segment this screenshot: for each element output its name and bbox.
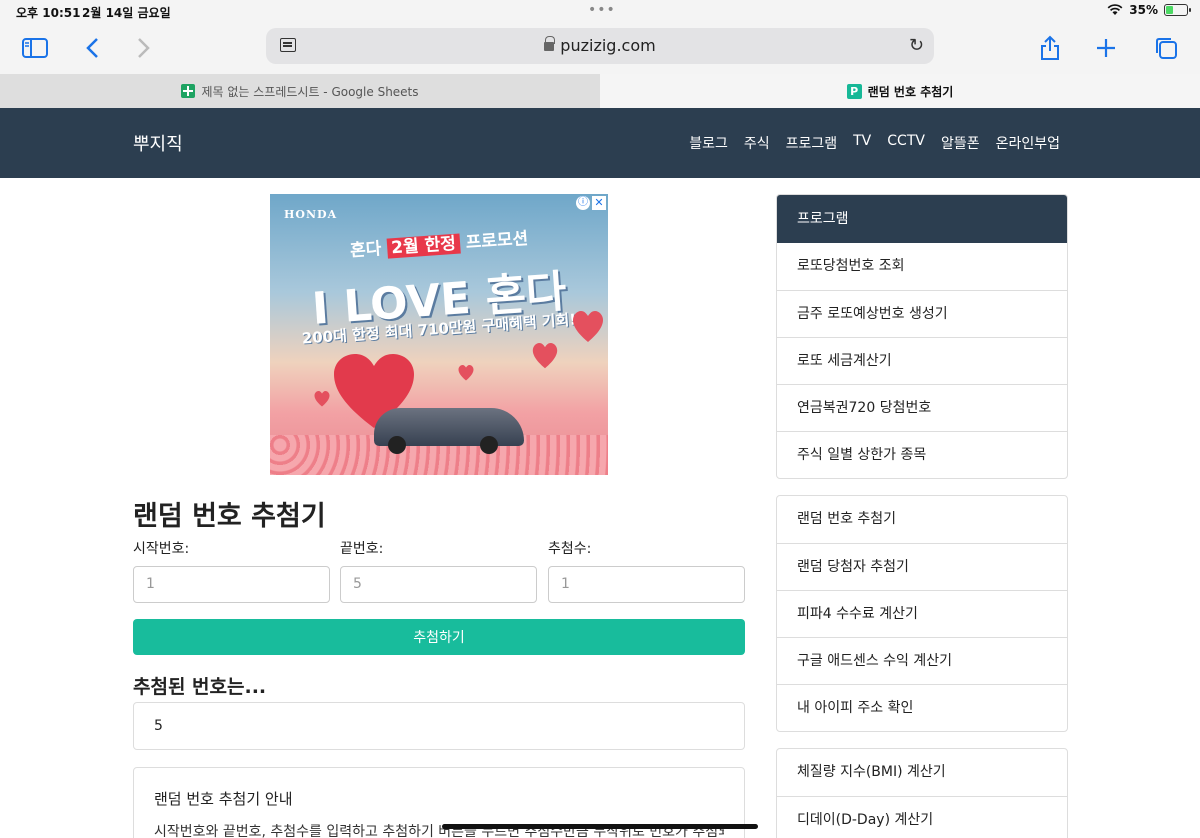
balloon-icon: [573, 311, 603, 342]
battery-level: [1166, 6, 1173, 14]
sidebar-panel-programs: 프로그램 로또당첨번호 조회 금주 로또예상번호 생성기 로또 세금계산기 연금…: [776, 194, 1068, 479]
nav-blog[interactable]: 블로그: [689, 133, 728, 153]
nav-budget-phone[interactable]: 알뜰폰: [941, 133, 980, 153]
sidebar-item-lotto-results[interactable]: 로또당첨번호 조회: [777, 243, 1067, 290]
balloon-icon: [314, 391, 330, 407]
start-number-label: 시작번호:: [133, 541, 190, 557]
sidebar-item-random-winner[interactable]: 랜덤 당첨자 추첨기: [777, 543, 1067, 590]
sidebar-toggle-icon[interactable]: [19, 32, 51, 64]
sidebar-item-bmi[interactable]: 체질량 지수(BMI) 계산기: [777, 749, 1067, 796]
sidebar-item-my-ip[interactable]: 내 아이피 주소 확인: [777, 684, 1067, 731]
status-bar: 오후 10:51 2월 14일 금요일 ••• 35%: [0, 0, 1200, 24]
nav-tv[interactable]: TV: [853, 133, 871, 153]
sidebar-item-random-number[interactable]: 랜덤 번호 추첨기: [777, 496, 1067, 543]
status-time: 오후 10:51: [16, 6, 81, 20]
new-tab-icon[interactable]: [1090, 32, 1122, 64]
browser-toolbar: puzizig.com ↻: [0, 24, 1200, 74]
status-date: 2월 14일 금요일: [82, 6, 171, 20]
sidebar-item-dday[interactable]: 디데이(D-Day) 계산기: [777, 796, 1067, 838]
end-number-input[interactable]: 5: [340, 566, 537, 603]
forward-icon[interactable]: [128, 32, 160, 64]
sidebar-panel-calculators: 체질량 지수(BMI) 계산기 디데이(D-Day) 계산기: [776, 748, 1068, 838]
home-indicator[interactable]: [442, 824, 758, 829]
nav-program[interactable]: 프로그램: [786, 133, 838, 153]
ad-headline-prefix: 혼다: [349, 238, 389, 262]
result-box: 5: [133, 702, 745, 750]
sidebar-item-stock-limit-up[interactable]: 주식 일별 상한가 종목: [777, 431, 1067, 478]
wifi-icon: [1107, 4, 1123, 15]
tab-google-sheets[interactable]: 제목 없는 스프레드시트 - Google Sheets: [0, 74, 600, 108]
draw-count-input[interactable]: 1: [548, 566, 745, 603]
ad-headline-suffix: 프로모션: [459, 228, 529, 254]
balloon-icon: [458, 365, 474, 381]
tab-overview-icon[interactable]: [1150, 32, 1182, 64]
reload-icon[interactable]: ↻: [909, 35, 924, 56]
honda-advertisement[interactable]: HONDA ⓘ ✕ 혼다 2월 한정 프로모션 I LOVE 혼다 200대 한…: [270, 194, 608, 475]
nav-cctv[interactable]: CCTV: [887, 133, 925, 153]
ad-brand: HONDA: [284, 208, 338, 221]
url-text: puzizig.com: [560, 36, 656, 55]
sidebar-item-adsense-revenue[interactable]: 구글 애드센스 수익 계산기: [777, 637, 1067, 684]
sidebar-item-fifa4-fee[interactable]: 피파4 수수료 계산기: [777, 590, 1067, 637]
nav-online-sidejob[interactable]: 온라인부업: [996, 133, 1060, 153]
status-right: 35%: [1107, 3, 1191, 17]
multitasking-dots-icon[interactable]: •••: [588, 2, 616, 18]
lock-icon: [544, 36, 556, 51]
sidebar-panel-tools: 랜덤 번호 추첨기 랜덤 당첨자 추첨기 피파4 수수료 계산기 구글 애드센스…: [776, 495, 1068, 732]
draw-count-label: 추첨수:: [548, 541, 592, 557]
site-logo[interactable]: 뿌지직: [133, 130, 183, 156]
result-heading: 추첨된 번호는...: [133, 676, 267, 698]
tab-label: 랜덤 번호 추첨기: [867, 84, 954, 99]
nav-stock[interactable]: 주식: [744, 133, 770, 153]
start-number-input[interactable]: 1: [133, 566, 330, 603]
puzizig-p-icon: P: [846, 83, 862, 99]
sidebar-panel-header: 프로그램: [777, 195, 1067, 243]
tab-random-number-picker[interactable]: P 랜덤 번호 추첨기: [600, 74, 1200, 108]
ad-info-icon[interactable]: ⓘ: [576, 196, 590, 210]
back-icon[interactable]: [76, 32, 108, 64]
car-image: [374, 408, 524, 454]
sidebar-item-pension-lottery[interactable]: 연금복권720 당첨번호: [777, 384, 1067, 431]
ad-close-icon[interactable]: ✕: [592, 196, 606, 210]
share-icon[interactable]: [1034, 32, 1066, 64]
site-nav: 블로그 주식 프로그램 TV CCTV 알뜰폰 온라인부업: [689, 133, 1060, 153]
page-title: 랜덤 번호 추첨기: [133, 501, 326, 532]
ad-headline-highlight: 2월 한정: [386, 233, 461, 259]
info-title: 랜덤 번호 추첨기 안내: [154, 790, 293, 808]
battery-icon: [1164, 4, 1191, 16]
balloon-icon: [532, 343, 558, 369]
end-number-label: 끝번호:: [340, 541, 384, 557]
site-header: 뿌지직 블로그 주식 프로그램 TV CCTV 알뜰폰 온라인부업: [0, 108, 1200, 178]
tab-label: 제목 없는 스프레드시트 - Google Sheets: [201, 84, 419, 99]
address-bar[interactable]: puzizig.com ↻: [266, 28, 934, 64]
sidebar-item-lotto-generator[interactable]: 금주 로또예상번호 생성기: [777, 290, 1067, 337]
tab-bar: 제목 없는 스프레드시트 - Google Sheets ✕ P 랜덤 번호 추…: [0, 74, 1200, 108]
battery-percent: 35%: [1129, 3, 1158, 17]
draw-button[interactable]: 추첨하기: [133, 619, 745, 655]
sidebar-item-lotto-tax[interactable]: 로또 세금계산기: [777, 337, 1067, 384]
google-sheets-icon: [181, 84, 196, 98]
url-display: puzizig.com: [266, 36, 934, 55]
